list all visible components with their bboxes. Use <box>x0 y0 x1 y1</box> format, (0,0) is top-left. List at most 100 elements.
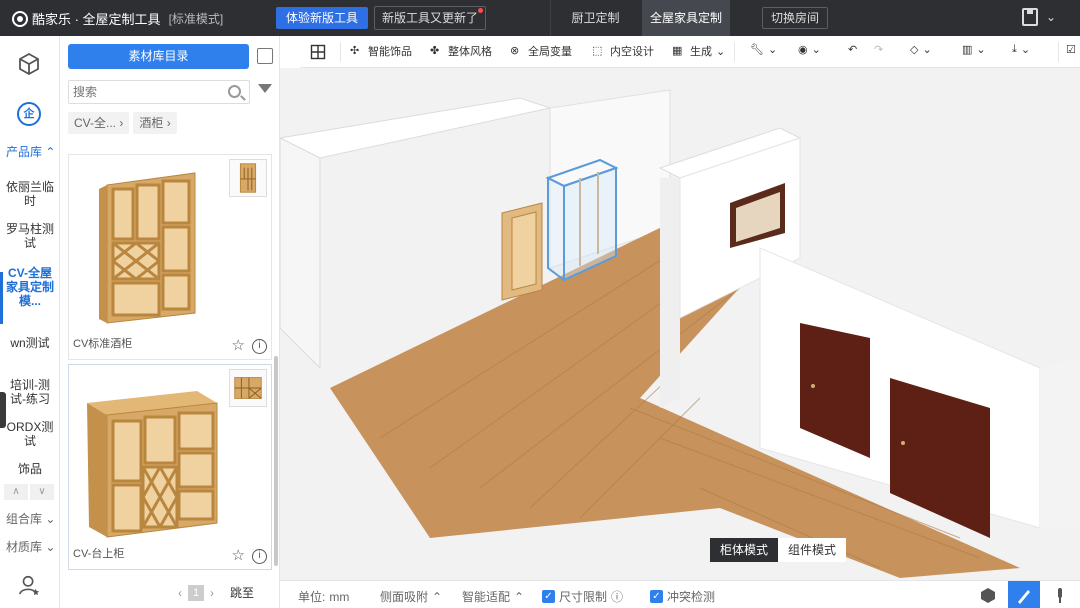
chevron-up-icon: ⌃ <box>432 589 443 604</box>
notification-dot-icon <box>478 8 483 13</box>
wine-cabinet-thumbnail[interactable] <box>229 159 267 197</box>
global-variable-icon: ⊗ <box>510 45 520 57</box>
jump-to-page[interactable]: 跳至 <box>230 584 254 601</box>
inner-space-design-button[interactable]: ⬚ 内空设计 <box>592 43 654 59</box>
chevron-up-icon: ⌃ <box>514 589 525 604</box>
info-icon[interactable]: i <box>252 339 267 354</box>
overall-style-button[interactable]: ✤ 整体风格 <box>430 43 492 59</box>
inner-space-label: 内空设计 <box>610 46 654 58</box>
cube-view-icon[interactable] <box>972 581 1004 608</box>
side-snap-dropdown[interactable]: 侧面吸附 ⌃ <box>380 588 442 605</box>
material-lib-label: 材质库 <box>6 540 43 554</box>
switch-room-button[interactable]: 切换房间 <box>762 7 828 29</box>
scroll-up-icon[interactable]: ∧ <box>4 484 28 500</box>
info-icon[interactable]: i <box>252 549 267 564</box>
combo-lib-item[interactable]: 组合库 ⌄ <box>6 510 55 527</box>
smart-decor-button[interactable]: ✣ 智能饰品 <box>350 43 412 59</box>
smart-decor-label: 智能饰品 <box>368 46 412 58</box>
size-limit-checkbox[interactable]: ✓ 尺寸限制 ⓘ <box>542 588 623 605</box>
top-bar: 酷家乐 · 全屋定制工具 [标准模式] 体验新版工具 新版工具又更新了 厨卫定制… <box>0 0 1080 36</box>
undo-button[interactable]: ↶ <box>848 43 857 56</box>
tab-bathroom-custom[interactable]: 厨卫定制 <box>550 0 640 36</box>
brush-tool-icon[interactable] <box>1008 581 1040 608</box>
star-icon[interactable]: ☆ <box>232 336 245 354</box>
generate-icon: ▦ <box>672 45 683 57</box>
user-icon[interactable] <box>18 574 40 596</box>
category-item-active[interactable]: CV-全屋家具定制模... <box>4 266 56 308</box>
component-mode-button[interactable]: 组件模式 <box>778 538 847 562</box>
panel-scrollbar[interactable] <box>274 356 278 566</box>
new-tool-updated-button[interactable]: 新版工具又更新了 <box>374 6 486 30</box>
wine-cabinet-preview <box>99 172 196 324</box>
checkbox-checked-icon: ✓ <box>650 590 663 603</box>
help-icon[interactable]: ⓘ <box>611 588 623 605</box>
overall-style-label: 整体风格 <box>448 46 492 58</box>
category-item[interactable]: ORDX测试 <box>4 420 56 448</box>
side-snap-label: 侧面吸附 <box>380 590 429 604</box>
undo-icon: ↶ <box>848 44 858 56</box>
unit-selector[interactable]: 单位: mm <box>298 588 349 605</box>
tools-dropdown[interactable]: 🔧︎ ⌄ <box>750 43 777 56</box>
checklist-icon: ☑ <box>1066 44 1076 56</box>
search-icon[interactable] <box>228 85 241 98</box>
cube-icon[interactable] <box>17 52 41 76</box>
eraser-dropdown[interactable]: ◇ ⌄ <box>910 43 932 56</box>
brand-logo-icon <box>12 10 28 27</box>
toolbar-divider <box>340 42 341 62</box>
try-new-tool-button[interactable]: 体验新版工具 <box>276 7 369 29</box>
redo-icon: ↷ <box>874 44 884 56</box>
breadcrumb-label: CV-全... <box>74 116 117 130</box>
download-dropdown[interactable]: ⤓ ⌄ <box>1012 43 1030 56</box>
filter-icon[interactable] <box>258 84 272 93</box>
microphone-icon[interactable] <box>1044 581 1076 608</box>
mode-toggle: 柜体模式 组件模式 <box>710 538 847 562</box>
search-input[interactable] <box>69 81 219 103</box>
product-card[interactable]: CV-台上柜 ☆ i <box>68 364 272 570</box>
chevron-down-icon[interactable]: ⌄ <box>1046 10 1056 24</box>
3d-viewport[interactable]: 柜体模式 组件模式 <box>280 68 1080 580</box>
global-variable-button[interactable]: ⊗ 全局变量 <box>510 43 572 59</box>
left-category-column: 企 产品库 ⌃ 依丽兰临时 罗马柱测试 CV-全屋家具定制模... wn测试 培… <box>0 36 60 608</box>
layout-toggle-icon[interactable] <box>257 48 273 64</box>
category-item[interactable]: 培训-测试-练习 <box>4 378 56 406</box>
tab-cabinet-custom[interactable]: 全屋家具定制 <box>642 0 730 36</box>
save-icon[interactable] <box>1022 8 1038 26</box>
checklist-button[interactable]: ☑ <box>1066 43 1076 56</box>
layout-dropdown[interactable]: ▥ ⌄ <box>962 43 986 56</box>
breadcrumb-item[interactable]: 酒柜 › <box>133 112 177 134</box>
combo-lib-label: 组合库 <box>6 512 43 526</box>
style-icon: ✤ <box>430 45 440 57</box>
smart-fit-dropdown[interactable]: 智能适配 ⌃ <box>462 588 524 605</box>
category-item[interactable]: 饰品 <box>4 462 56 476</box>
unit-label: 单位: <box>298 590 326 604</box>
category-item[interactable]: 罗马柱测试 <box>4 222 56 250</box>
view-dropdown[interactable]: ◉ ⌄ <box>798 43 821 56</box>
category-item[interactable]: wn测试 <box>4 336 56 350</box>
breadcrumb-label: 酒柜 <box>139 116 164 130</box>
product-card[interactable]: CV标准酒柜 ☆ i <box>68 154 272 360</box>
material-lib-item[interactable]: 材质库 ⌄ <box>6 538 55 555</box>
custom-logo-icon[interactable]: 企 <box>17 102 41 126</box>
redo-button[interactable]: ↷ <box>874 43 883 56</box>
smart-fit-label: 智能适配 <box>462 590 511 604</box>
generate-button[interactable]: ▦ 生成 ⌄ <box>672 43 725 59</box>
category-item[interactable]: 依丽兰临时 <box>4 180 56 208</box>
countertop-cabinet-thumbnail[interactable] <box>229 369 267 407</box>
countertop-cabinet-preview <box>87 391 218 538</box>
star-icon[interactable]: ☆ <box>232 546 245 564</box>
prev-page-icon[interactable]: ‹ <box>178 586 182 600</box>
product-lib-header[interactable]: 产品库 ⌃ <box>6 143 55 160</box>
wrench-icon: 🔧︎ <box>750 44 764 56</box>
catalog-button[interactable]: 素材库目录 <box>68 44 249 69</box>
sidebar-scroll-handle[interactable] <box>0 392 6 428</box>
unit-value: mm <box>329 589 350 604</box>
next-page-icon[interactable]: › <box>210 586 214 600</box>
collision-check-checkbox[interactable]: ✓ 冲突检测 <box>650 588 715 605</box>
active-indicator <box>0 272 3 324</box>
breadcrumb-item[interactable]: CV-全... › <box>68 112 130 134</box>
grid-view-icon[interactable] <box>310 44 326 60</box>
current-page[interactable]: 1 <box>188 584 204 601</box>
global-variable-label: 全局变量 <box>528 46 572 58</box>
scroll-down-icon[interactable]: ∨ <box>30 484 54 500</box>
cabinet-mode-button[interactable]: 柜体模式 <box>710 538 779 562</box>
